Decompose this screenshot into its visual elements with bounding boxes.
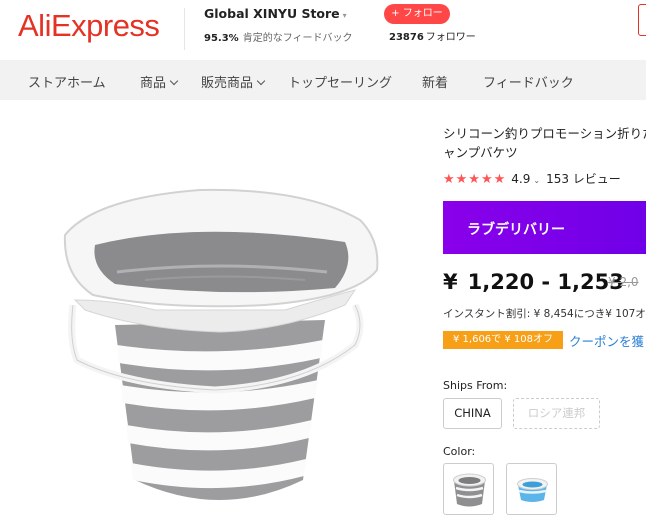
store-name[interactable]: Global XINYU Store ▾	[204, 6, 347, 21]
original-price-value: 2,0	[619, 275, 639, 289]
followers-label: フォロワー	[425, 32, 476, 43]
header-divider	[184, 8, 185, 50]
store-header: AliExpress Global XINYU Store ▾ 95.3% 肯定的な…	[0, 0, 646, 60]
gray-bucket-icon	[453, 473, 486, 507]
price-currency: ¥	[443, 270, 458, 294]
coupon-tag: ¥ 1,606で ¥ 108オフ	[443, 331, 563, 349]
followers-number: 23876	[389, 32, 424, 43]
product-rating: ★★★★★ 4.9 ⌄ 153 レビュー	[443, 170, 621, 188]
followers-count: 23876 フォロワー	[389, 28, 476, 43]
nav-products-label[interactable]: 商品	[140, 76, 166, 91]
price-range: 1,220 - 1,253	[467, 270, 624, 294]
nav-feedback[interactable]: フィードバック	[483, 72, 574, 91]
chevron-down-icon	[169, 76, 179, 86]
color-swatch-gray[interactable]	[443, 463, 494, 515]
original-price: ¥ 2,0	[608, 275, 639, 289]
store-dropdown-icon[interactable]: ▾	[343, 11, 347, 20]
product-title-line1: シリコーン釣りプロモーション折りた	[443, 126, 646, 141]
follow-button[interactable]: + フォロー	[384, 4, 450, 24]
original-price-currency: ¥	[608, 275, 616, 289]
nav-new-arrivals[interactable]: 新着	[422, 72, 448, 91]
feedback-percent: 95.3%	[204, 33, 239, 44]
ship-option-china[interactable]: CHINA	[443, 398, 502, 429]
rating-value[interactable]: 4.9	[511, 172, 530, 186]
get-coupon-link[interactable]: クーポンを獲	[569, 331, 644, 350]
nav-sale-items-label[interactable]: 販売商品	[201, 76, 253, 91]
product-main-image[interactable]	[55, 180, 385, 525]
ships-from-label: Ships From:	[443, 379, 508, 392]
nav-products[interactable]: 商品	[140, 72, 179, 91]
product-title: シリコーン釣りプロモーション折りた ャンプバケツ	[443, 124, 646, 162]
store-name-label[interactable]: Global XINYU Store	[204, 6, 340, 21]
product-price: ¥1,220 - 1,253	[443, 270, 624, 294]
nav-store-home[interactable]: ストアホーム	[28, 72, 106, 91]
chevron-down-icon	[256, 76, 266, 86]
promo-banner[interactable]: ラブデリバリー	[443, 201, 646, 254]
review-count[interactable]: 153 レビュー	[546, 172, 621, 186]
ship-option-russia[interactable]: ロシア連邦	[513, 398, 600, 429]
rating-dropdown-icon[interactable]: ⌄	[533, 176, 540, 185]
rating-stars-icon: ★★★★★	[443, 172, 507, 187]
store-feedback: 95.3% 肯定的なフィードバック	[204, 29, 353, 44]
color-swatch-blue[interactable]	[506, 463, 557, 515]
color-label: Color:	[443, 445, 476, 458]
store-nav: ストアホーム 商品 販売商品 トップセーリング 新着 フィードバック	[0, 60, 646, 100]
instant-discount: インスタント割引: ¥ 8,454につき¥ 107オ	[443, 308, 646, 320]
aliexpress-logo[interactable]: AliExpress	[18, 8, 160, 44]
header-edge-button[interactable]	[638, 4, 646, 36]
feedback-text: 肯定的なフィードバック	[242, 33, 353, 44]
product-title-line2: ャンプバケツ	[443, 145, 518, 160]
nav-sale-items[interactable]: 販売商品	[201, 72, 266, 91]
nav-top-selling[interactable]: トップセーリング	[288, 72, 392, 91]
blue-bucket-icon	[517, 478, 548, 502]
